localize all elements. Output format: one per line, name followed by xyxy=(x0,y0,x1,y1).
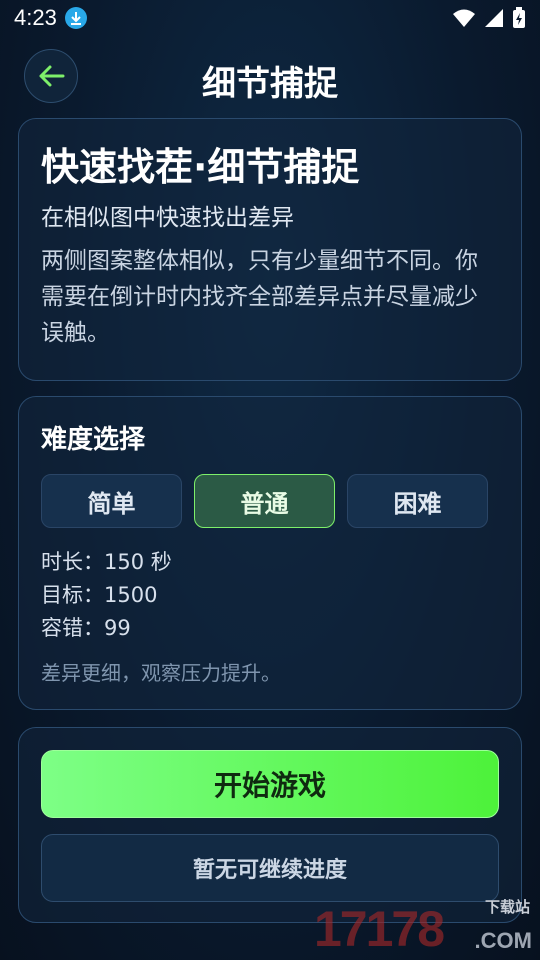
start-game-button[interactable]: 开始游戏 xyxy=(41,750,499,818)
continue-progress-button[interactable]: 暂无可继续进度 xyxy=(41,834,499,902)
difficulty-normal-button[interactable]: 普通 xyxy=(194,474,335,528)
signal-icon xyxy=(485,9,503,27)
difficulty-card: 难度选择 简单 普通 困难 时长：150 秒 目标：1500 容错：99 差异更… xyxy=(18,396,522,710)
difficulty-info: 时长：150 秒 目标：1500 容错：99 xyxy=(41,546,499,645)
difficulty-hard-button[interactable]: 困难 xyxy=(347,474,488,528)
header: 细节捕捉 xyxy=(0,46,540,106)
duration-text: 时长：150 秒 xyxy=(41,550,172,574)
actions-card: 开始游戏 暂无可继续进度 xyxy=(18,727,522,923)
intro-subtitle: 在相似图中快速找出差异 xyxy=(41,205,294,231)
intro-description: 两侧图案整体相似，只有少量细节不同。你需要在倒计时内找齐全部差异点并尽量减少误触… xyxy=(41,248,478,346)
tolerance-text: 容错：99 xyxy=(41,616,131,640)
difficulty-title: 难度选择 xyxy=(41,425,146,455)
target-text: 目标：1500 xyxy=(41,583,158,607)
difficulty-note: 差异更细，观察压力提升。 xyxy=(41,661,281,685)
watermark-tag: 下载站 xyxy=(484,898,530,916)
intro-card: 快速找茬·细节捕捉 在相似图中快速找出差异 两侧图案整体相似，只有少量细节不同。… xyxy=(18,118,522,381)
watermark: 17178 下载站 .COM xyxy=(314,896,534,958)
intro-title: 快速找茬·细节捕捉 xyxy=(41,145,360,189)
status-bar: 4:23 xyxy=(0,0,540,36)
watermark-domain: .COM xyxy=(474,928,532,953)
status-time: 4:23 xyxy=(14,5,57,30)
watermark-number: 17178 xyxy=(314,901,445,957)
page-title: 细节捕捉 xyxy=(202,64,338,104)
difficulty-options: 简单 普通 困难 xyxy=(41,474,499,528)
battery-icon xyxy=(513,7,525,28)
wifi-icon xyxy=(453,9,475,27)
download-icon xyxy=(64,7,87,29)
difficulty-easy-button[interactable]: 简单 xyxy=(41,474,182,528)
